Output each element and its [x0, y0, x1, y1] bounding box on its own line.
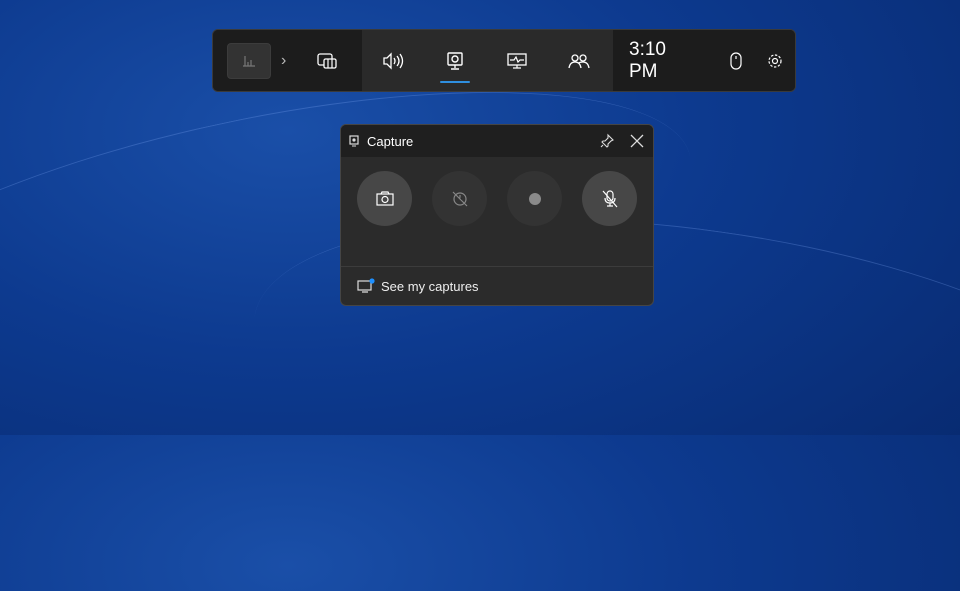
capture-icon — [349, 135, 359, 147]
settings-button[interactable] — [756, 30, 795, 91]
start-recording-button[interactable] — [507, 171, 562, 226]
see-my-captures-label: See my captures — [381, 278, 479, 294]
see-my-captures-link[interactable]: See my captures — [341, 266, 653, 305]
widget-icon — [243, 55, 255, 67]
record-last-disabled-icon — [452, 191, 467, 206]
mic-toggle-button[interactable] — [582, 171, 637, 226]
close-icon[interactable] — [629, 133, 645, 149]
performance-button[interactable] — [486, 30, 548, 91]
record-last-30s-button[interactable] — [432, 171, 487, 226]
capture-button[interactable] — [424, 30, 486, 91]
pinned-widget-slot[interactable] — [227, 42, 271, 79]
expand-chevron-icon[interactable]: › — [281, 52, 286, 70]
screenshot-button[interactable] — [357, 171, 412, 226]
gallery-icon — [357, 278, 375, 293]
pin-icon[interactable] — [599, 133, 615, 149]
clock-time: 3:10 PM — [629, 38, 666, 82]
capture-header[interactable]: Capture — [341, 125, 653, 157]
xbox-social-icon — [568, 53, 590, 68]
widget-menu-icon — [317, 52, 337, 69]
mouse-icon — [730, 51, 742, 70]
camera-icon — [375, 190, 394, 206]
performance-icon — [507, 52, 527, 69]
capture-title: Capture — [367, 133, 414, 149]
audio-icon — [383, 51, 404, 70]
record-icon — [528, 192, 541, 205]
mouse-button[interactable] — [716, 30, 755, 91]
mic-off-icon — [602, 189, 617, 207]
widget-menu-button[interactable] — [296, 30, 358, 91]
capture-icon — [447, 51, 463, 70]
xbox-social-button[interactable] — [548, 30, 610, 91]
gear-icon — [768, 53, 782, 68]
game-bar: › 3:10 PM — [212, 29, 796, 92]
audio-button[interactable] — [362, 30, 424, 91]
capture-widget: Capture See my captures — [340, 124, 654, 306]
